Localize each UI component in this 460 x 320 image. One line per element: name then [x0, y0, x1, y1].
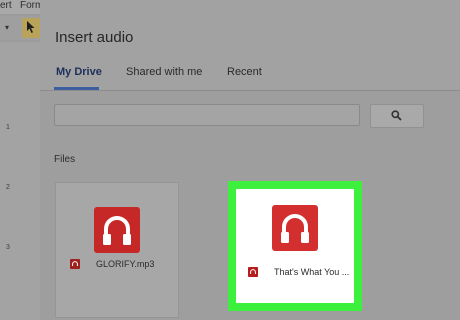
cursor-arrow-icon [27, 21, 35, 33]
file-card-thats-what-you[interactable]: That's What You ... [228, 181, 362, 311]
insert-audio-dialog: Insert audio My Drive Shared with me Rec… [40, 0, 460, 320]
menu-item-insert[interactable]: ert [0, 0, 12, 11]
dialog-title: Insert audio [55, 29, 134, 46]
ruler-number: 2 [6, 184, 10, 191]
audio-file-icon [94, 207, 140, 253]
vertical-ruler: 1 2 3 [0, 42, 40, 320]
file-card-glorify[interactable]: GLORIFY.mp3 [55, 182, 179, 318]
tab-my-drive[interactable]: My Drive [56, 66, 102, 78]
audio-file-icon [272, 205, 318, 251]
select-tool-button[interactable] [22, 18, 40, 38]
search-input[interactable] [54, 104, 360, 126]
file-name: GLORIFY.mp3 [96, 259, 155, 269]
files-section-label: Files [54, 154, 76, 165]
audio-file-type-icon [70, 259, 80, 269]
tab-shared-with-me[interactable]: Shared with me [126, 66, 202, 78]
ruler-number: 3 [6, 244, 10, 251]
menu-bar: ert Form [0, 0, 43, 14]
search-icon [391, 110, 402, 121]
audio-file-type-icon [248, 267, 258, 277]
file-name: That's What You ... [274, 267, 350, 277]
chevron-down-icon[interactable]: ▾ [5, 23, 9, 32]
ruler-number: 1 [6, 124, 10, 131]
header-divider [40, 90, 460, 91]
search-button[interactable] [370, 104, 424, 128]
tab-recent[interactable]: Recent [227, 66, 262, 78]
